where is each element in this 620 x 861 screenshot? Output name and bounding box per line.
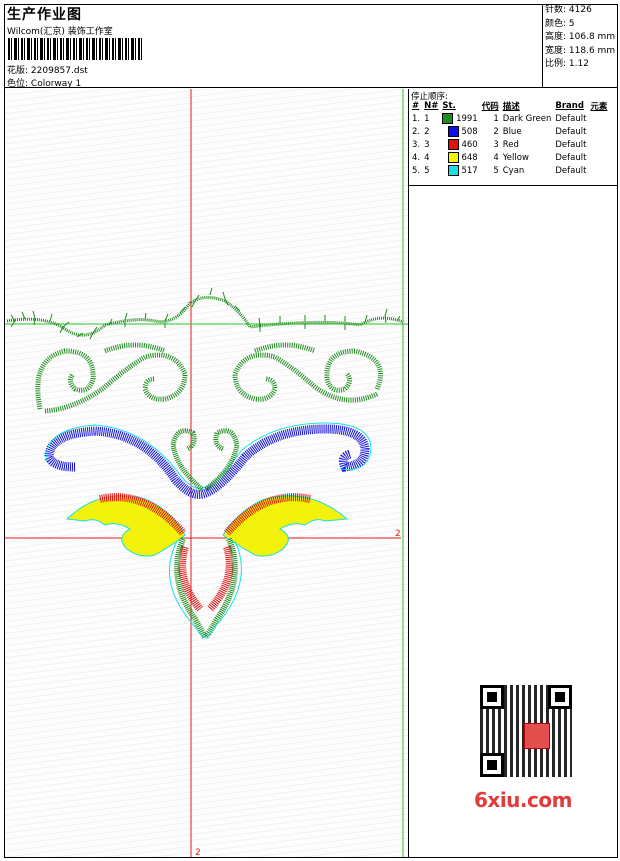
design-stats: 针数: 4126 颜色: 5 高度: 106.8 mm 宽度: 118.6 mm… [542,4,618,88]
table-row: 4. 4 648 4 Yellow Default [410,151,609,164]
row-desc: Cyan [502,165,525,176]
stat-width: 宽度: 118.6 mm [545,45,616,56]
row-brand: Default [555,152,587,163]
row-element [588,151,609,164]
color-swatch [447,165,459,176]
colorway-value: Colorway 1 [30,79,82,89]
site-watermark: 6xiu.com [474,788,572,812]
row-element [588,164,609,177]
row-element [588,138,609,151]
table-row: 1. 1 1991 1 Dark Green Default [410,112,609,125]
design-row: 花版: 2209857.dst [7,63,88,76]
col-header-needle: N# [424,101,439,111]
row-needle: 2 [424,126,430,137]
row-needle: 3 [424,139,430,150]
embroidery-preview: 2 2 [5,89,408,857]
sheet-title: 生产作业图 [7,7,82,23]
row-index: 1. [412,113,421,124]
row-stitches: 460 [440,138,479,151]
row-code: 1 [493,113,499,124]
row-code: 3 [493,139,499,150]
row-code: 5 [493,165,499,176]
stat-colors: 颜色: 5 [545,18,575,29]
row-stitches: 508 [440,125,479,138]
row-needle: 5 [424,165,430,176]
col-header-desc: 描述 [502,102,520,112]
qr-finder [548,685,572,709]
color-swatch [447,139,459,150]
row-stitches: 648 [440,151,479,164]
row-desc: Blue [502,126,522,137]
barcode-image [8,38,144,60]
color-swatch [442,113,454,124]
row-brand: Default [555,126,587,137]
row-desc: Yellow [502,152,529,163]
qr-code [472,683,578,783]
company-name: Wilcom(汇京) 装饰工作室 [7,27,113,37]
row-index: 4. [412,152,421,163]
row-index: 3. [412,139,421,150]
colorway-row: 色位: Colorway 1 [7,76,81,89]
color-swatch [447,152,459,163]
row-needle: 4 [424,152,430,163]
table-row: 3. 3 460 3 Red Default [410,138,609,151]
colorway-label: 色位: [7,79,29,89]
row-code: 4 [493,152,499,163]
row-element [588,125,609,138]
col-header-stitches: St. [442,101,456,111]
design-filename: 2209857.dst [30,66,88,76]
row-stitches: 1991 [440,112,479,125]
row-brand: Default [555,139,587,150]
green-scrolls [35,342,383,414]
design-canvas[interactable]: 2 2 [5,89,409,857]
row-index: 5. [412,165,421,176]
yellow-wings [65,495,349,557]
green-heart [170,428,240,492]
table-row: 5. 5 517 5 Cyan Default [410,164,609,177]
row-brand: Default [555,113,587,124]
table-row: 2. 2 508 2 Blue Default [410,125,609,138]
stat-height: 高度: 106.8 mm [545,32,616,42]
row-desc: Red [502,139,519,150]
row-desc: Dark Green [502,113,552,124]
col-header-index: # [412,101,420,111]
stop-sequence-table: # N# St. 代码 描述 Brand 元素 1. 1 1991 1 Dark Gr… [410,100,609,177]
row-stitches: 517 [440,164,479,177]
green-border-vine [6,296,404,337]
col-header-code: 代码 [481,102,499,112]
axis-label-vertical: 2 [195,848,201,857]
stop-sequence-panel: 停止顺序: # N# St. 代码 描述 Brand 元素 1. 1 1991 1 D… [409,89,618,186]
qr-finder [480,685,504,709]
design-label: 花版: [7,66,29,76]
row-index: 2. [412,126,421,137]
qr-pattern [480,685,572,777]
stat-scale: 比例: 1.12 [545,59,589,69]
color-swatch [447,126,459,137]
row-code: 2 [493,126,499,137]
sheet-header: 生产作业图 Wilcom(汇京) 装饰工作室 花版: 2209857.dst 色… [4,4,618,89]
col-header-brand: Brand [555,101,584,111]
blue-arcs [44,424,370,499]
row-element [588,112,609,125]
col-header-element: 元素 [590,102,608,112]
axis-label-horizontal: 2 [395,529,401,539]
row-needle: 1 [424,113,430,124]
row-brand: Default [555,165,587,176]
qr-finder [480,753,504,777]
stat-stitches: 针数: 4126 [545,5,592,15]
red-seal-stamp [524,723,550,749]
